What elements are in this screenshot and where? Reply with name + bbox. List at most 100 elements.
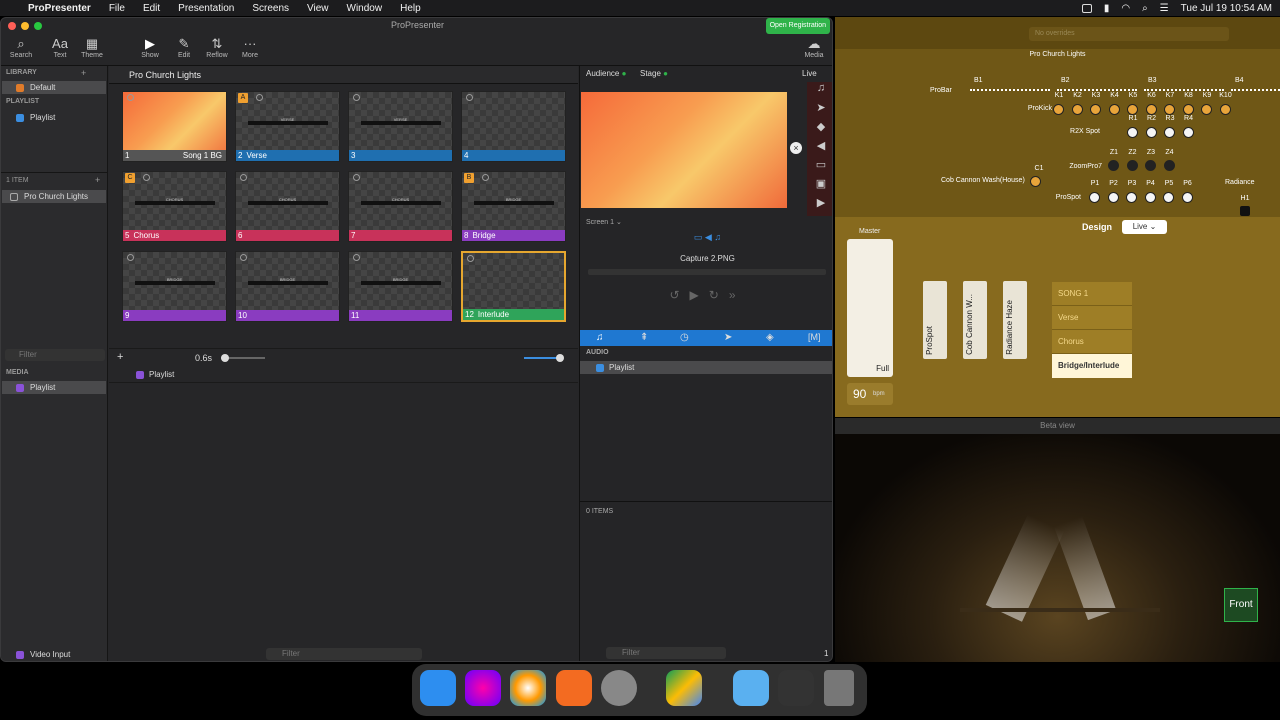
menu-view[interactable]: View xyxy=(307,3,329,14)
slide-thumbnail[interactable]: 1 Song 1 BG xyxy=(122,91,227,162)
zoom-fixture[interactable] xyxy=(1108,160,1119,171)
media-playlist-item[interactable]: Playlist xyxy=(2,381,106,394)
system-settings-icon[interactable] xyxy=(601,670,637,706)
design-label[interactable]: Design xyxy=(1082,222,1112,232)
search-button[interactable]: ⌕ Search xyxy=(4,36,38,59)
probar-fixture[interactable] xyxy=(1231,89,1280,93)
clear-all-icon[interactable]: × xyxy=(790,142,802,154)
screen-selector[interactable]: Screen 1 ⌄ xyxy=(586,218,622,226)
haze-fixture[interactable] xyxy=(1240,206,1250,216)
add-library-icon[interactable]: + xyxy=(81,68,86,78)
kick-fixture[interactable] xyxy=(1108,104,1120,115)
menu-presentation[interactable]: Presentation xyxy=(178,3,234,14)
slide-thumbnail[interactable]: 12 Interlude xyxy=(461,251,566,322)
sidebar-filter-input[interactable]: Filter xyxy=(5,349,105,361)
presentation-app-icon[interactable] xyxy=(556,670,592,706)
menu-file[interactable]: File xyxy=(109,3,125,14)
slide-thumbnail[interactable]: CHORUS 6 xyxy=(235,171,340,242)
clear-media-icon[interactable]: ▣ xyxy=(807,177,832,196)
finder-icon[interactable] xyxy=(420,670,456,706)
video-input-item[interactable]: Video Input xyxy=(2,648,106,661)
clear-props-icon[interactable]: ◆ xyxy=(807,120,832,139)
kick-fixture[interactable] xyxy=(1127,104,1138,115)
menu-window[interactable]: Window xyxy=(347,3,383,14)
kick-fixture[interactable] xyxy=(1145,104,1157,115)
zoom-fixture[interactable] xyxy=(1163,160,1175,171)
pro-lights-icon[interactable] xyxy=(465,670,501,706)
clear-slide-icon[interactable]: ▭ xyxy=(807,158,832,177)
fader-radiance[interactable]: Radiance Haze xyxy=(1003,281,1027,359)
media-filter-input[interactable]: Filter xyxy=(266,648,422,660)
slide-thumbnail[interactable]: BRIDGE 9 xyxy=(122,251,227,322)
prospot-fixture[interactable] xyxy=(1144,192,1156,203)
zoom-fixture[interactable] xyxy=(1145,160,1156,171)
slide-thumbnail[interactable]: CHORUS 7 xyxy=(348,171,453,242)
prospot-fixture[interactable] xyxy=(1107,192,1119,203)
stage-toggle[interactable]: Stage ● xyxy=(640,69,668,78)
macro-tab-icon[interactable]: [M] xyxy=(808,332,821,342)
audience-toggle[interactable]: Audience ● xyxy=(586,69,626,78)
kick-fixture[interactable] xyxy=(1053,104,1064,115)
slide-thumbnail[interactable]: CHORUS C 5 Chorus xyxy=(122,171,227,242)
cue-chorus[interactable]: Chorus xyxy=(1052,330,1132,354)
slide-thumbnail[interactable]: VERSE A 2 Verse xyxy=(235,91,340,162)
registration-button[interactable]: Open Registration xyxy=(765,18,830,34)
slide-thumbnail[interactable]: BRIDGE B 8 Bridge xyxy=(461,171,566,242)
propresenter-icon[interactable] xyxy=(510,670,546,706)
kick-fixture[interactable] xyxy=(1182,104,1194,115)
clock[interactable]: Tue Jul 19 10:54 AM xyxy=(1181,3,1272,14)
clear-announce-icon[interactable]: ◀ xyxy=(807,139,832,158)
zoom-window-button[interactable] xyxy=(34,22,42,30)
prospot-fixture[interactable] xyxy=(1126,192,1137,203)
kick-fixture[interactable] xyxy=(1201,104,1212,115)
edit-button[interactable]: ✎ Edit xyxy=(167,36,201,59)
theme-button[interactable]: ▦ Theme xyxy=(75,36,109,59)
add-item-icon[interactable]: + xyxy=(95,175,100,185)
downloads-icon[interactable] xyxy=(733,670,769,706)
master-fader[interactable]: Full xyxy=(847,239,893,377)
wifi-icon[interactable]: ◠ xyxy=(1121,3,1130,14)
fader-cob[interactable]: Cob Cannon W... xyxy=(963,281,987,359)
size-slider[interactable] xyxy=(524,354,564,362)
library-item-default[interactable]: Default xyxy=(2,81,106,94)
media-progress-bar[interactable] xyxy=(588,269,826,275)
minimize-window-button[interactable] xyxy=(21,22,29,30)
trash-icon[interactable] xyxy=(824,670,854,706)
show-button[interactable]: ▶ Show xyxy=(133,36,167,59)
front-camera-button[interactable]: Front xyxy=(1224,588,1258,622)
audio-playlist-item[interactable]: Playlist xyxy=(580,361,832,374)
kick-fixture[interactable] xyxy=(1090,104,1101,115)
reflow-button[interactable]: ⇅ Reflow xyxy=(200,36,234,59)
recent-file-icon[interactable] xyxy=(778,670,814,706)
prospot-fixture[interactable] xyxy=(1089,192,1100,203)
timer-tab-icon[interactable]: ◷ xyxy=(680,332,689,343)
r2x-fixture[interactable] xyxy=(1164,127,1175,138)
audio-tab-icon[interactable]: ♫ xyxy=(596,332,604,343)
add-slide-icon[interactable]: + xyxy=(117,351,123,363)
media-type-tabs[interactable]: ▭ ◀ ♫ xyxy=(580,232,832,246)
size-slider-knob[interactable] xyxy=(556,354,564,362)
slide-thumbnail[interactable]: BRIDGE 10 xyxy=(235,251,340,322)
cob-fixture[interactable] xyxy=(1030,176,1041,187)
slide-thumbnail[interactable]: BRIDGE 11 xyxy=(348,251,453,322)
slider-knob[interactable] xyxy=(221,354,229,362)
google-drive-icon[interactable] xyxy=(666,670,702,706)
live-dropdown[interactable]: Live ⌄ xyxy=(1122,220,1167,234)
search-icon[interactable]: ⌕ xyxy=(1142,3,1148,14)
menu-help[interactable]: Help xyxy=(400,3,421,14)
transport-controls[interactable]: ↺▶↻» xyxy=(580,288,832,302)
prospot-fixture[interactable] xyxy=(1181,192,1193,203)
bottom-playlist-row[interactable]: Playlist xyxy=(109,368,578,383)
r2x-fixture[interactable] xyxy=(1145,127,1157,138)
presentation-item[interactable]: Pro Church Lights xyxy=(2,190,106,203)
clear-video-icon[interactable]: ▶ xyxy=(807,196,832,215)
kick-fixture[interactable] xyxy=(1164,104,1175,115)
cue-bridge[interactable]: Bridge/Interlude xyxy=(1052,354,1132,378)
stage-tab-icon[interactable]: ◈ xyxy=(766,332,774,343)
fader-prospot[interactable]: ProSpot xyxy=(923,281,947,359)
menu-app[interactable]: ProPresenter xyxy=(28,3,91,14)
menu-screens[interactable]: Screens xyxy=(252,3,289,14)
menu-edit[interactable]: Edit xyxy=(143,3,160,14)
props-tab-icon[interactable]: ⇞ xyxy=(640,332,648,343)
clear-messages-icon[interactable]: ➤ xyxy=(807,101,832,120)
